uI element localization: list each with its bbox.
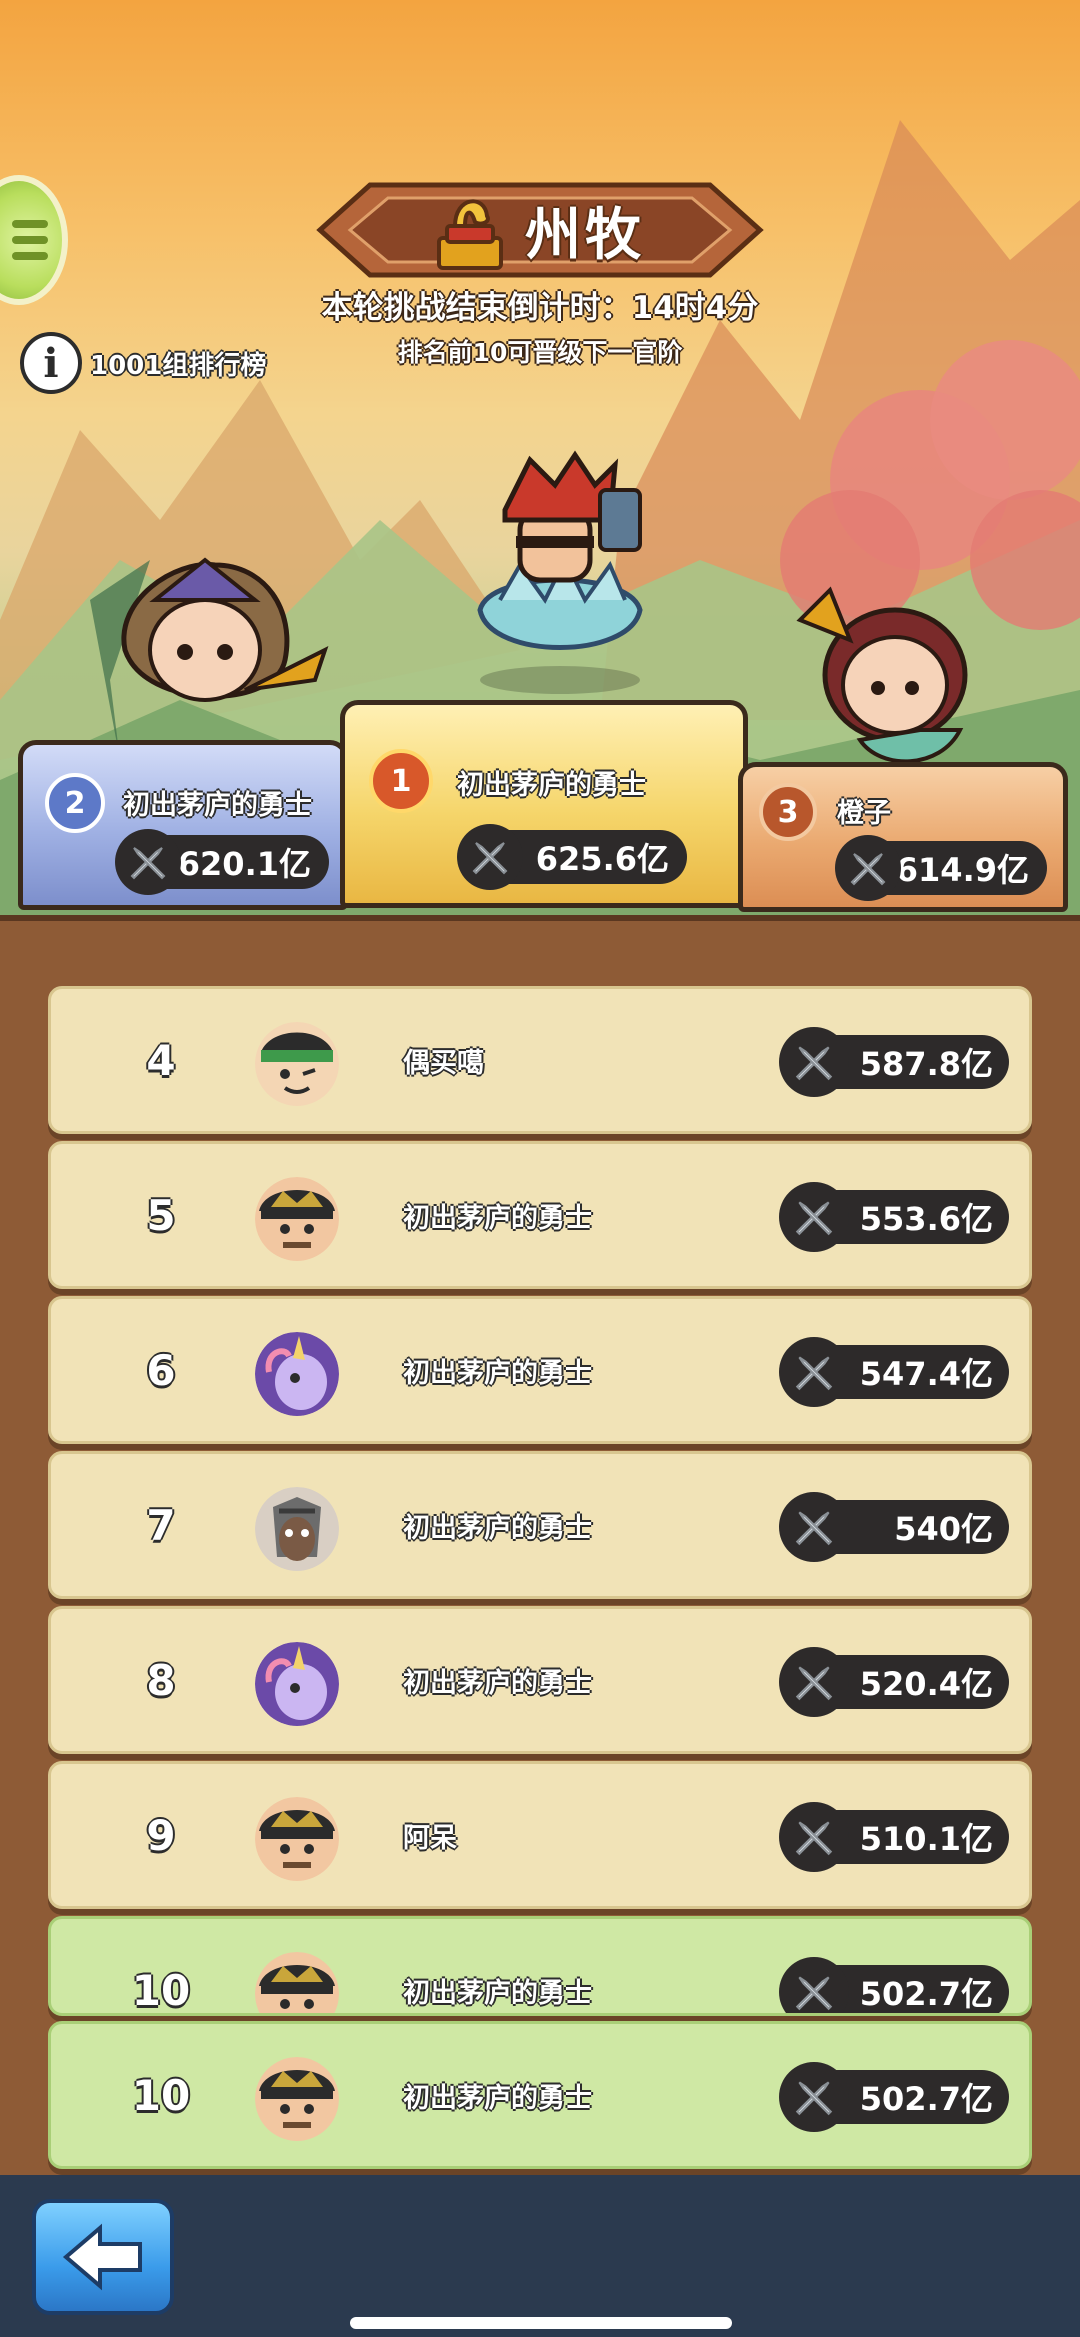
avatar[interactable] xyxy=(255,1952,339,2013)
row-power-value: 502.7亿 xyxy=(859,1975,993,2013)
avatar[interactable] xyxy=(255,1332,339,1416)
sword-icon xyxy=(779,1957,849,2013)
sword-icon xyxy=(779,1337,849,1407)
sword-icon xyxy=(779,2062,849,2132)
avatar[interactable] xyxy=(255,1177,339,1261)
group-label: 1001组排行榜 xyxy=(90,350,267,381)
ranking-list[interactable]: 4 偶买噶 587.8亿 5 初出茅庐的勇士 553.6亿 6 初出茅庐的勇士 547.4亿 7 初… xyxy=(0,915,1080,2175)
sword-icon xyxy=(779,1182,849,1252)
info-icon[interactable]: i xyxy=(20,332,82,394)
row-rank: 6 xyxy=(146,1345,176,1395)
podium-name-1: 初出茅庐的勇士 xyxy=(457,770,646,801)
row-power: 502.7亿 xyxy=(779,2062,1009,2132)
row-player-name: 初出茅庐的勇士 xyxy=(403,1667,592,1699)
challenge-countdown: 本轮挑战结束倒计时：14时4分 xyxy=(321,290,759,326)
row-rank: 10 xyxy=(131,2070,191,2120)
ranking-row[interactable]: 10 初出茅庐的勇士 502.7亿 xyxy=(48,1916,1032,2016)
sword-icon xyxy=(457,824,523,890)
rank-badge-2: 2 xyxy=(45,773,105,833)
ranking-row[interactable]: 8 初出茅庐的勇士 520.4亿 xyxy=(48,1606,1032,1754)
row-power-value: 502.7亿 xyxy=(859,2080,993,2118)
row-power: 502.7亿 xyxy=(779,1957,1009,2013)
group-ranking-info[interactable]: i 1001组排行榜 xyxy=(20,332,266,394)
sword-icon xyxy=(779,1647,849,1717)
podium-rank-3[interactable]: 3 橙子 614.9亿 xyxy=(738,762,1068,912)
sword-icon xyxy=(779,1802,849,1872)
podium-rank-2[interactable]: 2 初出茅庐的勇士 620.1亿 xyxy=(18,740,348,910)
row-player-name: 初出茅庐的勇士 xyxy=(403,1202,592,1234)
avatar[interactable] xyxy=(255,1487,339,1571)
sword-icon xyxy=(779,1492,849,1562)
hero-rank-2[interactable] xyxy=(95,540,335,740)
row-rank: 4 xyxy=(146,1035,176,1085)
ranking-row[interactable]: 9 阿呆 510.1亿 xyxy=(48,1761,1032,1909)
podium-power-1: 625.6亿 xyxy=(457,824,687,890)
row-rank: 5 xyxy=(146,1190,176,1240)
sword-icon xyxy=(779,1027,849,1097)
ranking-row[interactable]: 5 初出茅庐的勇士 553.6亿 xyxy=(48,1141,1032,1289)
row-player-name: 阿呆 xyxy=(403,1822,457,1854)
row-power: 520.4亿 xyxy=(779,1647,1009,1717)
rank-title: 州牧 xyxy=(525,202,645,268)
back-arrow-icon xyxy=(62,2223,142,2291)
row-rank: 9 xyxy=(146,1810,176,1860)
bottom-bar xyxy=(0,2175,1080,2337)
ranking-row[interactable]: 6 初出茅庐的勇士 547.4亿 xyxy=(48,1296,1032,1444)
row-rank: 10 xyxy=(131,1965,191,2015)
podium-power-3: 614.9亿 xyxy=(835,835,1047,901)
avatar[interactable] xyxy=(255,1022,339,1106)
menu-icon xyxy=(12,220,48,228)
home-indicator xyxy=(350,2317,732,2329)
row-power: 540亿 xyxy=(779,1492,1009,1562)
podium-name-2: 初出茅庐的勇士 xyxy=(123,790,312,821)
row-power: 553.6亿 xyxy=(779,1182,1009,1252)
row-power-value: 547.4亿 xyxy=(859,1355,993,1393)
row-rank: 7 xyxy=(146,1500,176,1550)
row-power-value: 520.4亿 xyxy=(859,1665,993,1703)
podium-rank-1[interactable]: 1 初出茅庐的勇士 625.6亿 xyxy=(340,700,748,908)
row-power: 510.1亿 xyxy=(779,1802,1009,1872)
sword-icon xyxy=(115,829,181,895)
podium-power-2: 620.1亿 xyxy=(115,829,329,895)
row-power-value: 587.8亿 xyxy=(859,1045,993,1083)
row-power: 547.4亿 xyxy=(779,1337,1009,1407)
avatar[interactable] xyxy=(255,1797,339,1881)
podium-name-3: 橙子 xyxy=(837,798,891,829)
avatar[interactable] xyxy=(255,2057,339,2141)
row-power-value: 553.6亿 xyxy=(859,1200,993,1238)
row-power: 587.8亿 xyxy=(779,1027,1009,1097)
back-button[interactable] xyxy=(32,2199,174,2315)
avatar[interactable] xyxy=(255,1642,339,1726)
row-player-name: 偶买噶 xyxy=(403,1047,484,1079)
ranking-row[interactable]: 7 初出茅庐的勇士 540亿 xyxy=(48,1451,1032,1599)
rank-badge-3: 3 xyxy=(759,783,817,841)
hero-rank-1[interactable] xyxy=(450,450,680,700)
row-player-name: 初出茅庐的勇士 xyxy=(403,2082,592,2114)
ranking-row[interactable]: 10 初出茅庐的勇士 502.7亿 xyxy=(48,2021,1032,2169)
ranking-row[interactable]: 4 偶买噶 587.8亿 xyxy=(48,986,1032,1134)
row-power-value: 540亿 xyxy=(894,1510,993,1548)
sword-icon xyxy=(835,835,901,901)
hero-rank-3[interactable] xyxy=(790,580,990,780)
rank-badge-1: 1 xyxy=(369,749,433,813)
row-rank: 8 xyxy=(146,1655,176,1705)
row-power-value: 510.1亿 xyxy=(859,1820,993,1858)
row-player-name: 初出茅庐的勇士 xyxy=(403,1357,592,1389)
row-player-name: 初出茅庐的勇士 xyxy=(403,1512,592,1544)
rank-title-banner: 州牧 xyxy=(310,180,770,280)
row-player-name: 初出茅庐的勇士 xyxy=(403,1977,592,2009)
